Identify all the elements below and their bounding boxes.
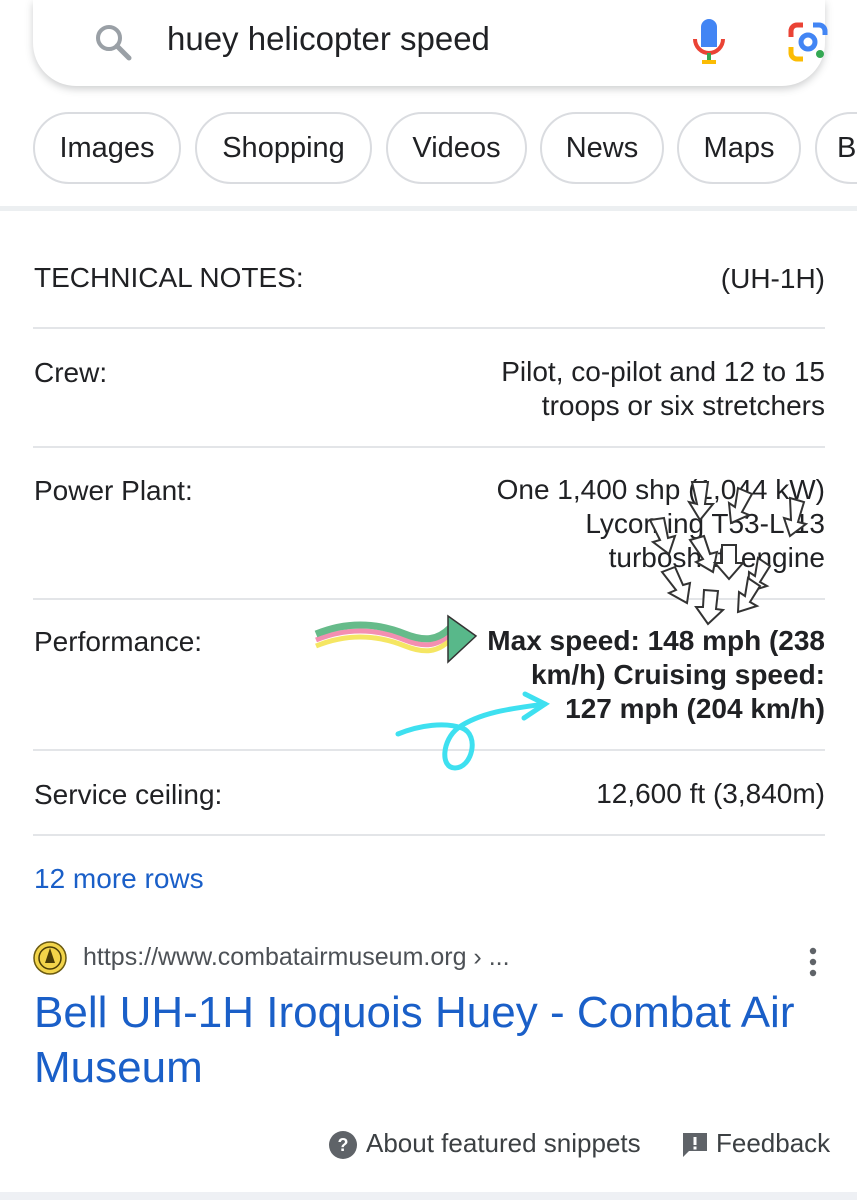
- row-value-line: turboshaft engine: [608, 542, 825, 573]
- microphone-icon[interactable]: [690, 17, 728, 65]
- chip-images[interactable]: Images: [33, 112, 181, 184]
- table-divider: [33, 446, 825, 448]
- row-label-performance: Performance:: [34, 626, 203, 657]
- help-icon: ?: [329, 1131, 357, 1160]
- row-label-service-ceiling: Service ceiling:: [34, 779, 223, 810]
- result-url[interactable]: https://www.combatairmuseum.org › ...: [83, 943, 510, 972]
- row-value-line: 127 mph (204 km/h): [565, 693, 825, 724]
- table-divider: [33, 834, 825, 836]
- site-favicon-icon: [33, 941, 67, 975]
- chip-books[interactable]: B: [815, 112, 857, 184]
- rainbow-arrow-annotation: [314, 614, 478, 664]
- feedback-icon: [683, 1133, 707, 1158]
- more-rows-link[interactable]: 12 more rows: [34, 863, 204, 895]
- table-header-label: TECHNICAL NOTES:: [34, 262, 304, 293]
- search-icon[interactable]: [93, 22, 133, 62]
- google-lens-icon[interactable]: [787, 21, 829, 63]
- result-title-link[interactable]: Bell UH-1H Iroquois Huey - Combat Air Mu…: [34, 985, 814, 1095]
- row-value-line: Max speed: 148 mph (238: [487, 625, 825, 656]
- row-label-power-plant: Power Plant:: [34, 475, 193, 506]
- about-label: About featured snippets: [366, 1128, 641, 1158]
- section-divider: [0, 206, 857, 211]
- row-value-line: Lycoming T53-L-13: [585, 508, 825, 539]
- search-bar[interactable]: huey helicopter speed: [33, 0, 828, 86]
- filter-chips: Images Shopping Videos News Maps B: [33, 112, 857, 187]
- row-value-line: troops or six stretchers: [541, 390, 825, 421]
- more-options-icon[interactable]: [802, 944, 824, 980]
- row-value-line: One 1,400 shp (1,044 kW): [496, 474, 825, 505]
- row-value-service-ceiling: 12,600 ft (3,840m): [596, 777, 825, 811]
- row-value-line: km/h) Cruising speed:: [530, 659, 825, 690]
- table-divider: [33, 327, 825, 329]
- search-query[interactable]: huey helicopter speed: [167, 20, 490, 58]
- table-divider: [33, 749, 825, 751]
- feedback-button[interactable]: Feedback: [680, 1128, 830, 1160]
- table-divider: [33, 598, 825, 600]
- chip-videos[interactable]: Videos: [386, 112, 527, 184]
- feedback-label: Feedback: [716, 1128, 831, 1158]
- svg-text:?: ?: [338, 1135, 349, 1155]
- row-value-line: 12,600 ft (3,840m): [596, 778, 825, 809]
- about-featured-snippets[interactable]: ? About featured snippets: [328, 1128, 641, 1160]
- chip-maps[interactable]: Maps: [677, 112, 801, 184]
- row-value-performance: Max speed: 148 mph (238 km/h) Cruising s…: [487, 624, 825, 726]
- chip-shopping[interactable]: Shopping: [195, 112, 372, 184]
- chip-news[interactable]: News: [540, 112, 664, 184]
- row-value-power-plant: One 1,400 shp (1,044 kW) Lycoming T53-L-…: [497, 473, 825, 575]
- row-label-crew: Crew:: [34, 357, 108, 388]
- row-value-crew: Pilot, co-pilot and 12 to 15 troops or s…: [501, 355, 825, 423]
- row-value-line: Pilot, co-pilot and 12 to 15: [501, 356, 825, 387]
- table-header-value: (UH-1H): [720, 263, 825, 294]
- bottom-bar: [0, 1192, 857, 1200]
